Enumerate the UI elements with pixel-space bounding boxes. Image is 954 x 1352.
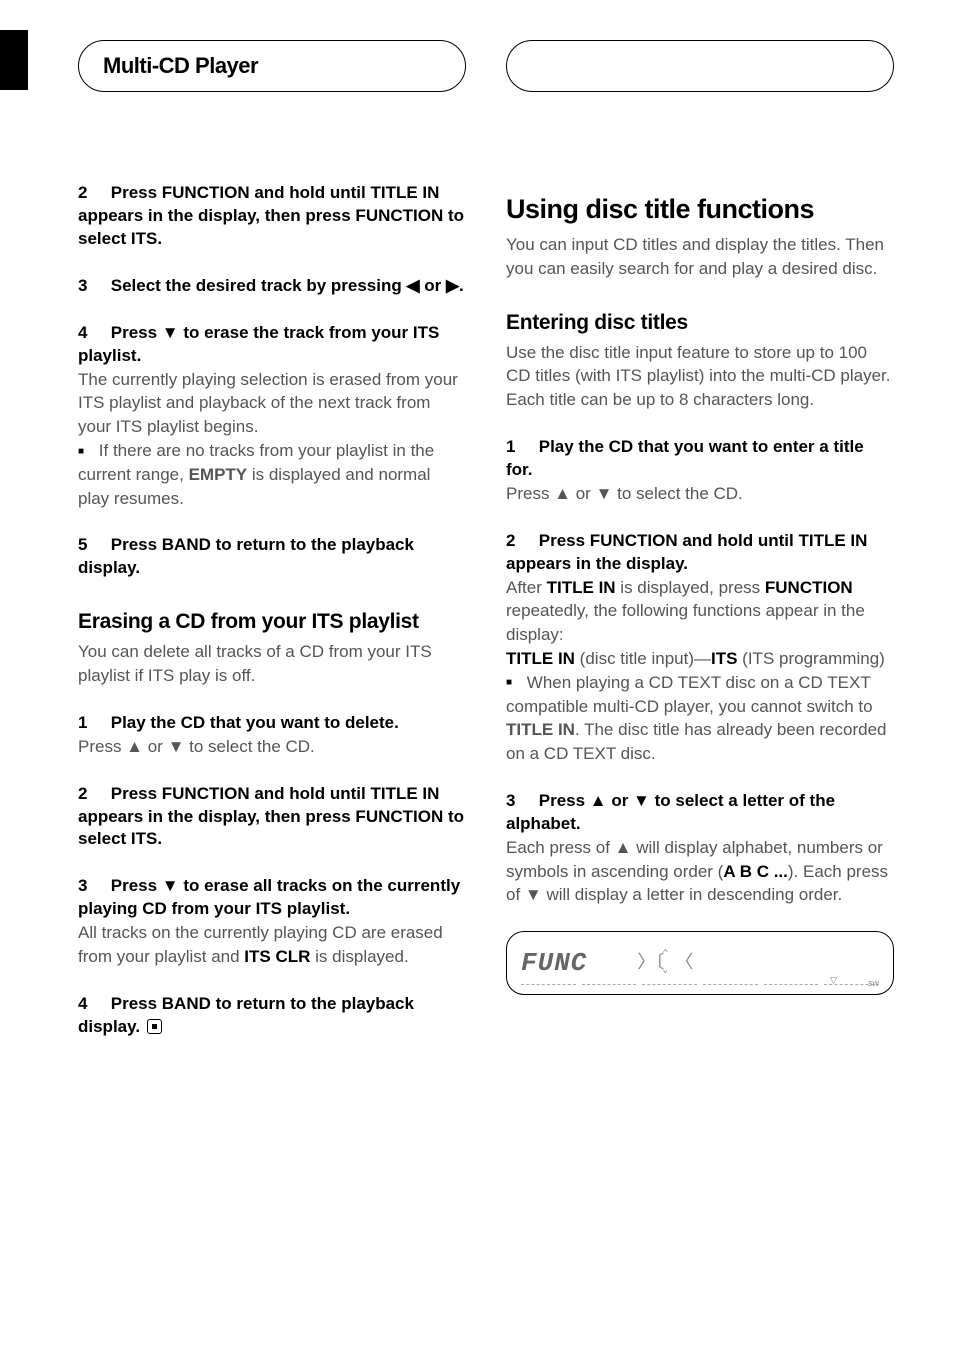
step-heading: 3 Press ▼ to erase all tracks on the cur… [78,875,466,921]
step-title: Play the CD that you want to enter a tit… [506,437,864,479]
section-end-icon [147,1019,162,1034]
step-title: Press ▼ to erase all tracks on the curre… [78,876,460,918]
step-number: 3 [506,790,534,813]
note-bold: TITLE IN [506,720,575,739]
step-number: 2 [78,783,106,806]
step-title: Press ▼ to erase the track from your ITS… [78,323,439,365]
lcd-underline-row [521,979,879,985]
subheading-entering-disc-titles: Entering disc titles [506,311,894,335]
step-block: 5 Press BAND to return to the playback d… [78,534,466,580]
lcd-display-illustration: FUNC ⌃ 〉〔 〈 ⌄ ▽ sw [506,931,894,995]
step-title: Play the CD that you want to delete. [111,713,399,732]
step-block: 1 Play the CD that you want to delete. P… [78,712,466,759]
step-number: 1 [506,436,534,459]
step-number: 3 [78,275,106,298]
step-title: Press BAND to return to the playback dis… [78,994,414,1036]
step-title: Select the desired track by pressing ◀ o… [111,276,464,295]
subsection-intro: Use the disc title input feature to stor… [506,341,894,412]
step-number: 2 [506,530,534,553]
body2-b1: TITLE IN [506,649,575,668]
step-title: Press FUNCTION and hold until TITLE IN a… [506,531,867,573]
section-tabs: Multi-CD Player [0,40,894,92]
step-heading: 1 Play the CD that you want to enter a t… [506,436,894,482]
body-bold: ITS CLR [244,947,310,966]
bullet-icon: ■ [506,676,512,690]
body-bold: A B C ... [723,862,788,881]
step-body: All tracks on the currently playing CD a… [78,921,466,969]
step-block: 2 Press FUNCTION and hold until TITLE IN… [506,530,894,766]
step-number: 4 [78,993,106,1016]
body1-b2: FUNCTION [765,578,853,597]
section-tab-right [506,40,894,92]
heading-disc-title-functions: Using disc title functions [506,194,894,225]
body1-post: repeatedly, the following functions appe… [506,601,865,644]
step-number: 1 [78,712,106,735]
step-block: 3 Press ▲ or ▼ to select a letter of the… [506,790,894,907]
step-block: 3 Press ▼ to erase all tracks on the cur… [78,875,466,968]
step-heading: 5 Press BAND to return to the playback d… [78,534,466,580]
step-title: Press ▲ or ▼ to select a letter of the a… [506,791,835,833]
note-bold: EMPTY [189,465,248,484]
step-body: After TITLE IN is displayed, press FUNCT… [506,576,894,647]
right-column: Using disc title functions You can input… [506,182,894,1063]
section-intro: You can input CD titles and display the … [506,233,894,281]
body2-post: (ITS programming) [737,649,884,668]
step-body: Press ▲ or ▼ to select the CD. [506,482,894,506]
step-block: 4 Press BAND to return to the playback d… [78,993,466,1039]
subheading-erasing-cd: Erasing a CD from your ITS playlist [78,610,466,634]
step-heading: 2 Press FUNCTION and hold until TITLE IN… [78,783,466,852]
bullet-icon: ■ [78,445,84,459]
lcd-sw-label: sw [868,978,879,988]
subsection-intro: You can delete all tracks of a CD from y… [78,640,466,688]
body1-mid: is displayed, press [616,578,765,597]
step-heading: 1 Play the CD that you want to delete. [78,712,466,735]
step-block: 4 Press ▼ to erase the track from your I… [78,322,466,511]
step-number: 3 [78,875,106,898]
section-tab-left-label: Multi-CD Player [103,53,258,79]
step-heading: 4 Press ▼ to erase the track from your I… [78,322,466,368]
lcd-main-text: FUNC [521,948,587,978]
content-columns: 2 Press FUNCTION and hold until TITLE IN… [0,182,894,1063]
step-block: 2 Press FUNCTION and hold until TITLE IN… [78,182,466,251]
step-title: Press FUNCTION and hold until TITLE IN a… [78,784,464,849]
body2-b2: ITS [711,649,737,668]
left-column: 2 Press FUNCTION and hold until TITLE IN… [78,182,466,1063]
step-number: 5 [78,534,106,557]
lcd-antenna-icon: ▽ [830,975,837,986]
body-post: is displayed. [310,947,408,966]
step-note: ■ When playing a CD TEXT disc on a CD TE… [506,671,894,766]
step-heading: 3 Press ▲ or ▼ to select a letter of the… [506,790,894,836]
step-body: Press ▲ or ▼ to select the CD. [78,735,466,759]
step-heading: 2 Press FUNCTION and hold until TITLE IN… [78,182,466,251]
step-number: 2 [78,182,106,205]
lcd-cursor-glyph: ⌃ 〉〔 〈 ⌄ [637,951,693,975]
section-tab-left: Multi-CD Player [78,40,466,92]
note-pre: When playing a CD TEXT disc on a CD TEXT… [506,673,873,716]
step-heading: 3 Select the desired track by pressing ◀… [78,275,466,298]
step-heading: 4 Press BAND to return to the playback d… [78,993,466,1039]
step-title: Press BAND to return to the playback dis… [78,535,414,577]
step-block: 3 Select the desired track by pressing ◀… [78,275,466,298]
step-heading: 2 Press FUNCTION and hold until TITLE IN… [506,530,894,576]
step-note: ■ If there are no tracks from your playl… [78,439,466,510]
body1-b1: TITLE IN [547,578,616,597]
step-title: Press FUNCTION and hold until TITLE IN a… [78,183,464,248]
step-number: 4 [78,322,106,345]
step-body: Each press of ▲ will display alphabet, n… [506,836,894,907]
body2-mid: (disc title input)— [575,649,711,668]
step-body: The currently playing selection is erase… [78,368,466,439]
step-body-2: TITLE IN (disc title input)—ITS (ITS pro… [506,647,894,671]
body1-pre: After [506,578,547,597]
step-block: 2 Press FUNCTION and hold until TITLE IN… [78,783,466,852]
step-block: 1 Play the CD that you want to enter a t… [506,436,894,506]
